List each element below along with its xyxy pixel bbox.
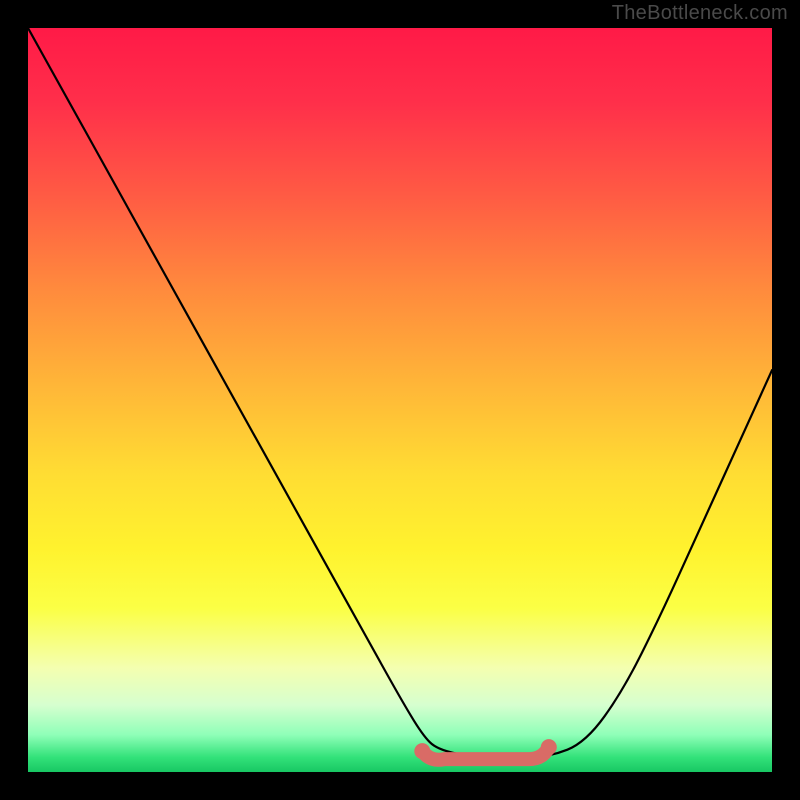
curve-line: [28, 28, 772, 757]
watermark-text: TheBottleneck.com: [612, 2, 788, 25]
chart-stage: TheBottleneck.com: [0, 0, 800, 800]
chart-plot-area: [28, 28, 772, 772]
bottleneck-curve: [28, 28, 772, 772]
flat-segment-start-dot: [414, 743, 430, 759]
flat-segment-end-dot: [541, 739, 557, 755]
